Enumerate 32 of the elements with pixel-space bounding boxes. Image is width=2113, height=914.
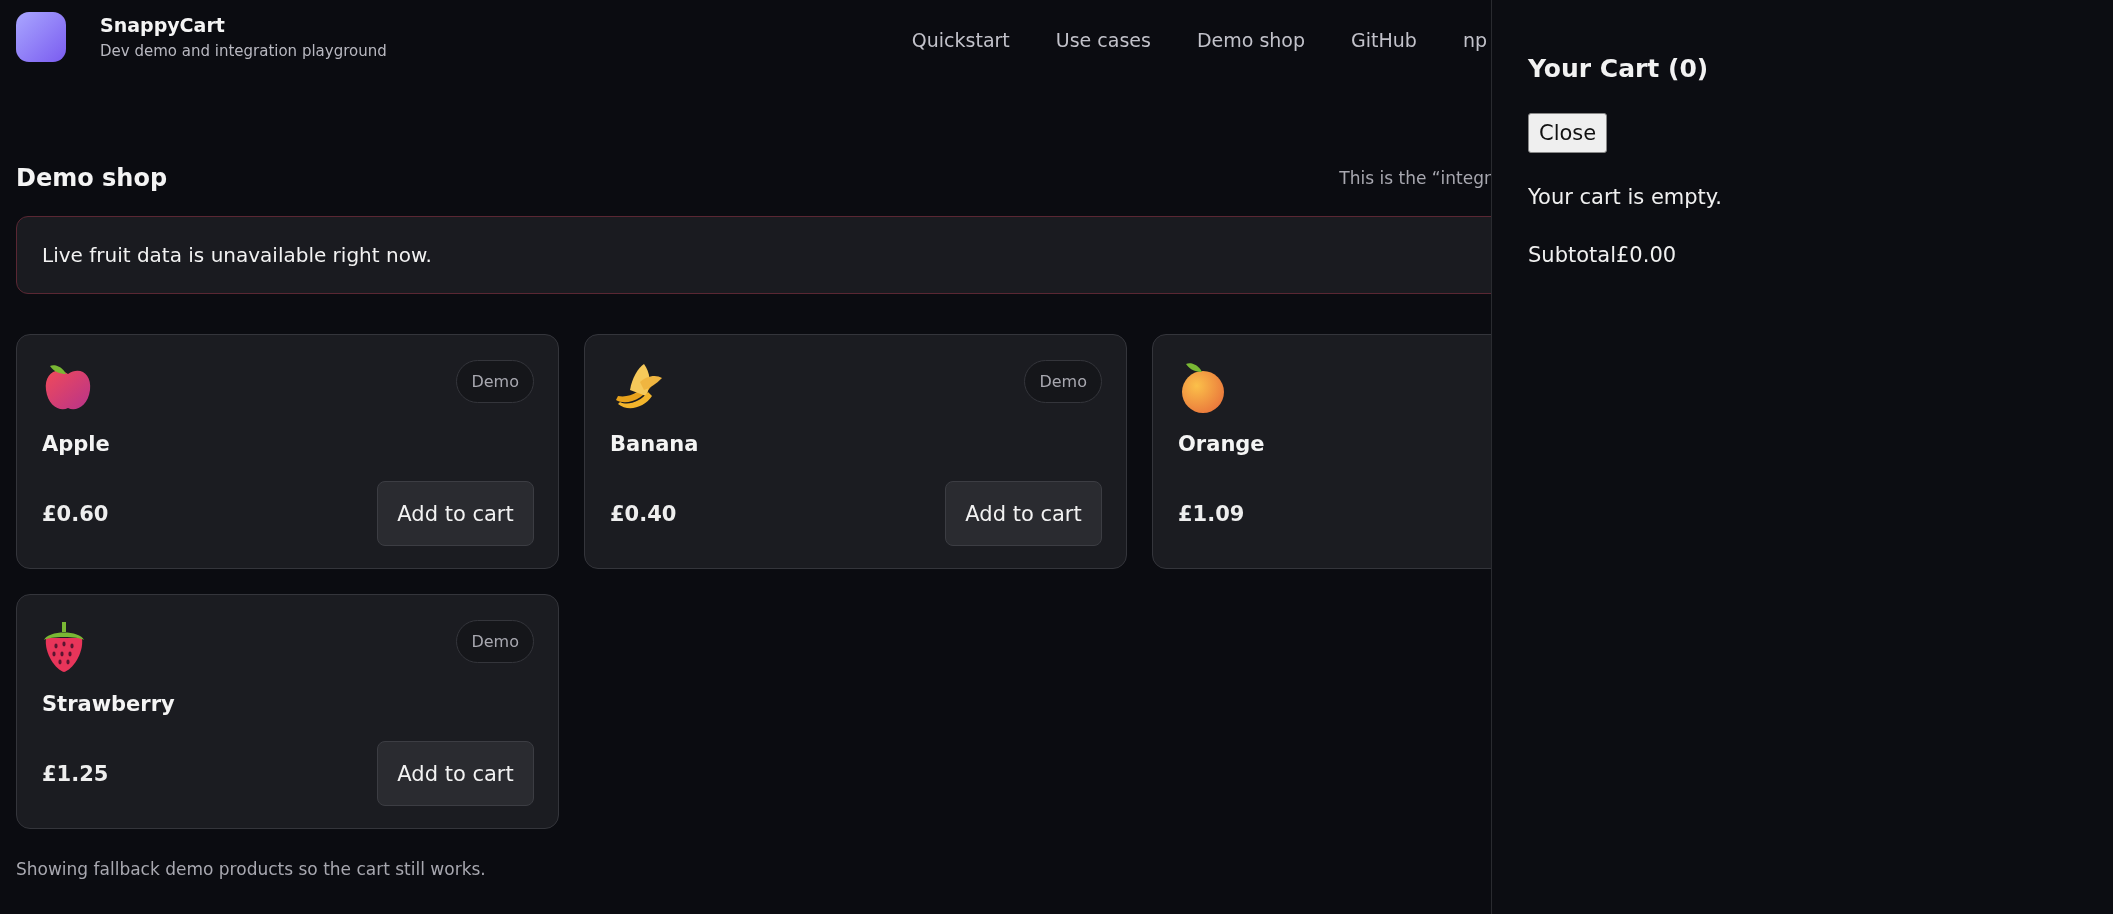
- nav-link[interactable]: Use cases: [1055, 29, 1151, 51]
- brand-subtitle: Dev demo and integration playground: [100, 42, 387, 60]
- nav-link[interactable]: Quickstart: [911, 29, 1010, 51]
- product-price: £0.60: [42, 501, 109, 526]
- app-logo: [16, 12, 66, 62]
- add-to-cart-button[interactable]: Add to cart: [945, 481, 1102, 546]
- empty-cart-message: Your cart is empty.: [1528, 185, 1723, 209]
- cart-title: Your Cart (0): [1528, 54, 1710, 83]
- product-name: Strawberry: [42, 692, 176, 716]
- product-name: Orange: [1178, 432, 1266, 456]
- product-name: Banana: [610, 432, 700, 456]
- section-note: This is the “integr: [1339, 168, 1491, 188]
- demo-badge: Demo: [456, 620, 534, 663]
- product-name: Apple: [42, 432, 111, 456]
- error-alert: Live fruit data is unavailable right now.: [16, 216, 1491, 294]
- subtotal-label: Subtotal: [1528, 243, 1616, 267]
- add-to-cart-button[interactable]: Add to cart: [377, 741, 534, 806]
- nav-link[interactable]: GitHub: [1351, 29, 1417, 51]
- section-title: Demo shop: [16, 164, 168, 192]
- add-to-cart-button[interactable]: Add to cart: [377, 481, 534, 546]
- demo-badge: Demo: [1024, 360, 1102, 403]
- product-price: £1.25: [42, 761, 109, 786]
- product-price: £0.40: [610, 501, 677, 526]
- strawberry-icon: [42, 620, 86, 674]
- demo-badge: Demo: [456, 360, 534, 403]
- product-price: £1.09: [1178, 501, 1245, 526]
- fallback-note: Showing fallback demo products so the cart still works.: [16, 859, 487, 879]
- subtotal-value: £0.00: [1616, 243, 1677, 267]
- nav-link[interactable]: Demo shop: [1196, 29, 1306, 51]
- brand-title: SnappyCart: [100, 14, 226, 36]
- close-button[interactable]: Close: [1528, 113, 1608, 153]
- nav-link[interactable]: np: [1462, 29, 1487, 51]
